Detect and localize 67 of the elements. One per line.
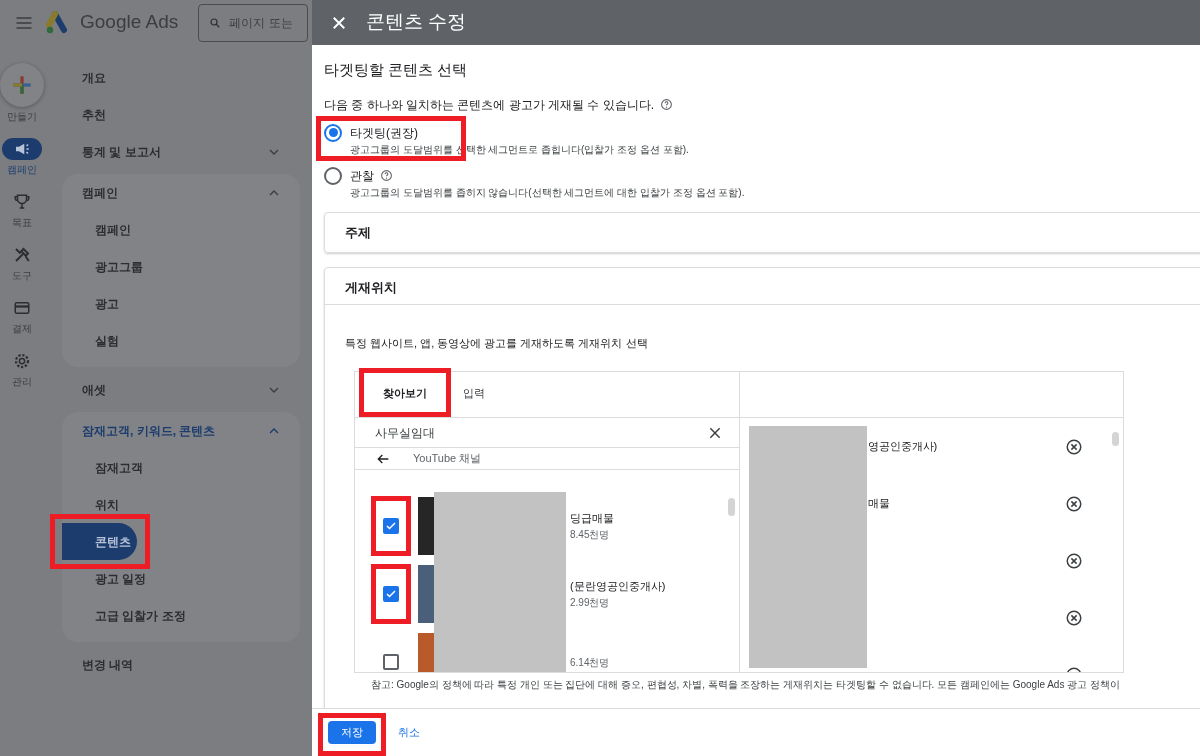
search-query: 사무실임대 xyxy=(375,424,435,442)
trophy-icon xyxy=(13,193,31,211)
nav-subitem[interactable]: 고급 입찰가 조정 xyxy=(62,597,300,634)
option-label: 타겟팅(권장) xyxy=(350,124,418,142)
card-title: 게재위치 xyxy=(325,268,1200,305)
cancel-link[interactable]: 취소 xyxy=(398,724,420,741)
subscriber-count: 6.14천명 xyxy=(570,655,610,670)
checkbox[interactable] xyxy=(383,654,399,670)
nav-subitem[interactable]: 광고그룹 xyxy=(62,248,300,285)
check-icon xyxy=(385,520,397,532)
rail-item[interactable]: 도구 xyxy=(2,244,42,283)
nav-subitem[interactable]: 실험 xyxy=(62,322,300,359)
search-field[interactable]: 페이지 또는 xyxy=(198,3,309,42)
remove-icon[interactable] xyxy=(1065,551,1083,570)
checkbox[interactable] xyxy=(383,586,399,602)
logo-text: Google Ads xyxy=(80,10,179,35)
nav-subitem[interactable]: 광고 일정 xyxy=(62,560,300,597)
description-text: 다음 중 하나와 일치하는 콘텐츠에 광고가 게재될 수 있습니다. xyxy=(324,96,654,114)
option-label: 관찰 xyxy=(350,167,374,185)
nav-subitem[interactable]: 위치 xyxy=(62,486,300,523)
logo-icon xyxy=(44,10,70,35)
thumbnail-placeholder xyxy=(418,565,434,623)
rail-item[interactable]: 결제 xyxy=(2,297,42,336)
rail-item[interactable]: 목표 xyxy=(2,191,42,230)
nav-item[interactable]: 개요 xyxy=(62,59,300,96)
scrollbar[interactable] xyxy=(727,498,735,516)
nav-subitem[interactable]: 광고 xyxy=(62,285,300,322)
placement-name: 매물 xyxy=(867,496,890,512)
category-label: YouTube 채널 xyxy=(413,451,482,467)
topic-card[interactable]: 주제 xyxy=(324,211,1200,253)
option-description: 광고그룹의 도달범위를 좁히지 않습니다(선택한 세그먼트에 대한 입찰가 조정 옵션 포함). xyxy=(350,185,745,200)
help-icon[interactable] xyxy=(380,169,393,182)
tab[interactable]: 입력 xyxy=(445,372,503,417)
tab[interactable]: 찾아보기 xyxy=(365,372,445,417)
thumbnail-placeholder xyxy=(418,497,434,555)
scrollbar[interactable] xyxy=(1112,432,1119,446)
channel-name: 딩급매물 xyxy=(570,511,614,527)
checkbox[interactable] xyxy=(383,518,399,534)
check-icon xyxy=(385,588,397,600)
remove-icon[interactable] xyxy=(1065,494,1083,513)
nav-item[interactable]: 잠재고객, 키워드, 콘텐츠 xyxy=(62,412,300,449)
nav-item[interactable]: 애셋 xyxy=(62,371,300,408)
section-heading: 타겟팅할 콘텐츠 선택 xyxy=(324,60,469,80)
save-button[interactable]: 저장 xyxy=(328,721,376,744)
nav-subitem[interactable]: 콘텐츠 xyxy=(62,523,137,560)
nav-item[interactable]: 통계 및 보고서 xyxy=(62,133,300,170)
subscriber-count: 8.45천명 xyxy=(570,527,611,542)
credit-card-icon xyxy=(13,299,31,317)
channel-name: (문란영공인중개사) xyxy=(570,579,666,595)
settings-icon xyxy=(13,352,31,370)
remove-icon[interactable] xyxy=(1065,437,1083,456)
nav-subitem[interactable]: 잠재고객 xyxy=(62,449,300,486)
subscriber-count: 2.99천명 xyxy=(570,595,611,610)
nav-item[interactable]: 추천 xyxy=(62,96,300,133)
instruction-text: 특정 웹사이트, 앱, 동영상에 광고를 게재하도록 게재위치 선택 xyxy=(345,335,649,351)
tools-icon xyxy=(13,246,31,264)
radio-button[interactable] xyxy=(324,123,342,142)
radio-button[interactable] xyxy=(324,166,342,185)
help-icon[interactable] xyxy=(660,98,673,111)
nav-item[interactable]: 캠페인 xyxy=(62,174,300,211)
nav-subitem[interactable]: 캠페인 xyxy=(62,211,300,248)
remove-icon[interactable] xyxy=(1065,608,1083,627)
note-text: 참고: Google의 정책에 따라 특정 개인 또는 집단에 대해 증오, 편협성, 차별, 폭력을 조장하는 게재위치는 타겟팅할 수 없습니다. 모든 캠페인에는 Google Ads 광고 정책이 xyxy=(371,678,1121,692)
dialog-title: 콘텐츠 수정 xyxy=(366,10,467,35)
search-input[interactable]: 페이지 또는 xyxy=(227,12,308,33)
placement-name: 영공인중개사) xyxy=(867,439,938,455)
nav-item[interactable]: 변경 내역 xyxy=(62,646,300,683)
